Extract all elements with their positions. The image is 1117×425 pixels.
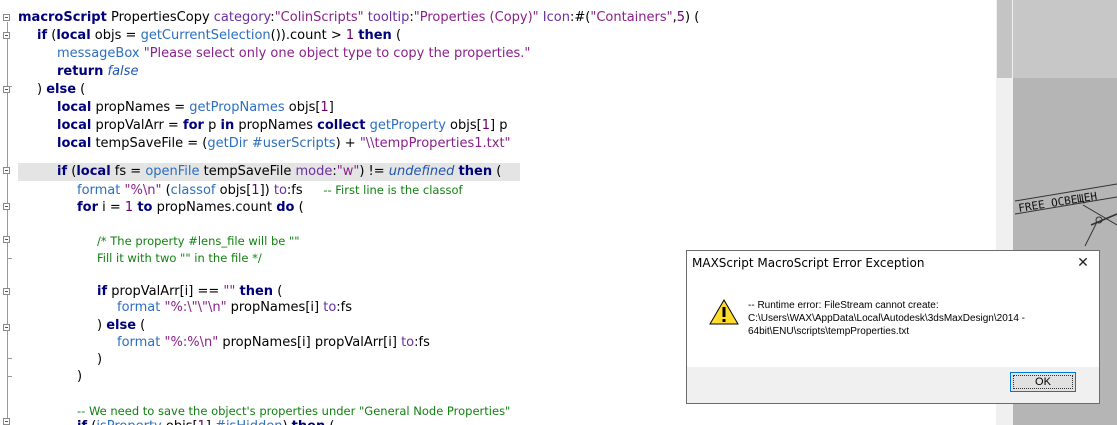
code-line: Fill it with two "" in the file */	[97, 251, 262, 265]
fold-toggle-icon[interactable]	[3, 86, 10, 93]
dialog-title: MAXScript MacroScript Error Exception	[692, 256, 925, 270]
scrollbar-thumb[interactable]	[997, 0, 1012, 78]
fold-toggle-icon[interactable]	[3, 203, 10, 210]
code-line: ) else (	[97, 318, 146, 333]
code-line: return false	[57, 64, 139, 79]
code-line: format "%\n" (classof objs[1]) to:fs -- …	[77, 183, 463, 198]
fold-toggle-icon[interactable]	[3, 32, 10, 39]
fold-toggle-icon[interactable]	[3, 236, 10, 243]
code-line: )	[97, 352, 103, 367]
code-line: local tempSaveFile = (getDir #userScript…	[57, 136, 511, 151]
code-line: )	[77, 369, 83, 384]
code-line: local propValArr = for p in propNames co…	[57, 118, 508, 133]
code-line: if (local objs = getCurrentSelection()).…	[37, 28, 402, 43]
code-line: messageBox "Please select only one objec…	[57, 46, 531, 61]
fold-gutter	[0, 0, 16, 425]
dialog-titlebar[interactable]: MAXScript MacroScript Error Exception ✕	[687, 251, 1099, 277]
fold-toggle-icon[interactable]	[3, 288, 10, 295]
code-line: local propNames = getPropNames objs[1]	[57, 100, 334, 115]
code-line: format "%:\"\"\n" propNames[i] to:fs	[117, 300, 353, 315]
code-line: if (local fs = openFile tempSaveFile mod…	[57, 164, 502, 179]
dialog-body: -- Runtime error: FileStream cannot crea…	[687, 277, 1099, 367]
error-message: -- Runtime error: FileStream cannot crea…	[748, 300, 1025, 337]
close-icon[interactable]: ✕	[1075, 255, 1091, 271]
fold-toggle-icon[interactable]	[3, 14, 10, 21]
code-line: for i = 1 to propNames.count do (	[77, 200, 304, 215]
fold-toggle-icon[interactable]	[3, 324, 10, 331]
error-dialog: MAXScript MacroScript Error Exception ✕ …	[686, 250, 1100, 404]
code-line: macroScript PropertiesCopy category:"Col…	[18, 10, 700, 25]
code-line: /* The property #lens_file will be ""	[97, 234, 300, 248]
fold-toggle-icon[interactable]	[3, 418, 10, 425]
code-line: ) else (	[37, 82, 86, 97]
fold-toggle-icon[interactable]	[3, 167, 10, 174]
warning-icon	[709, 299, 739, 325]
ok-button[interactable]: OK	[1010, 372, 1076, 392]
code-line: format "%:%\n" propNames[i] propValArr[i…	[117, 335, 430, 350]
code-line: if (isProperty objs[1] #isHidden) then (	[77, 418, 334, 425]
